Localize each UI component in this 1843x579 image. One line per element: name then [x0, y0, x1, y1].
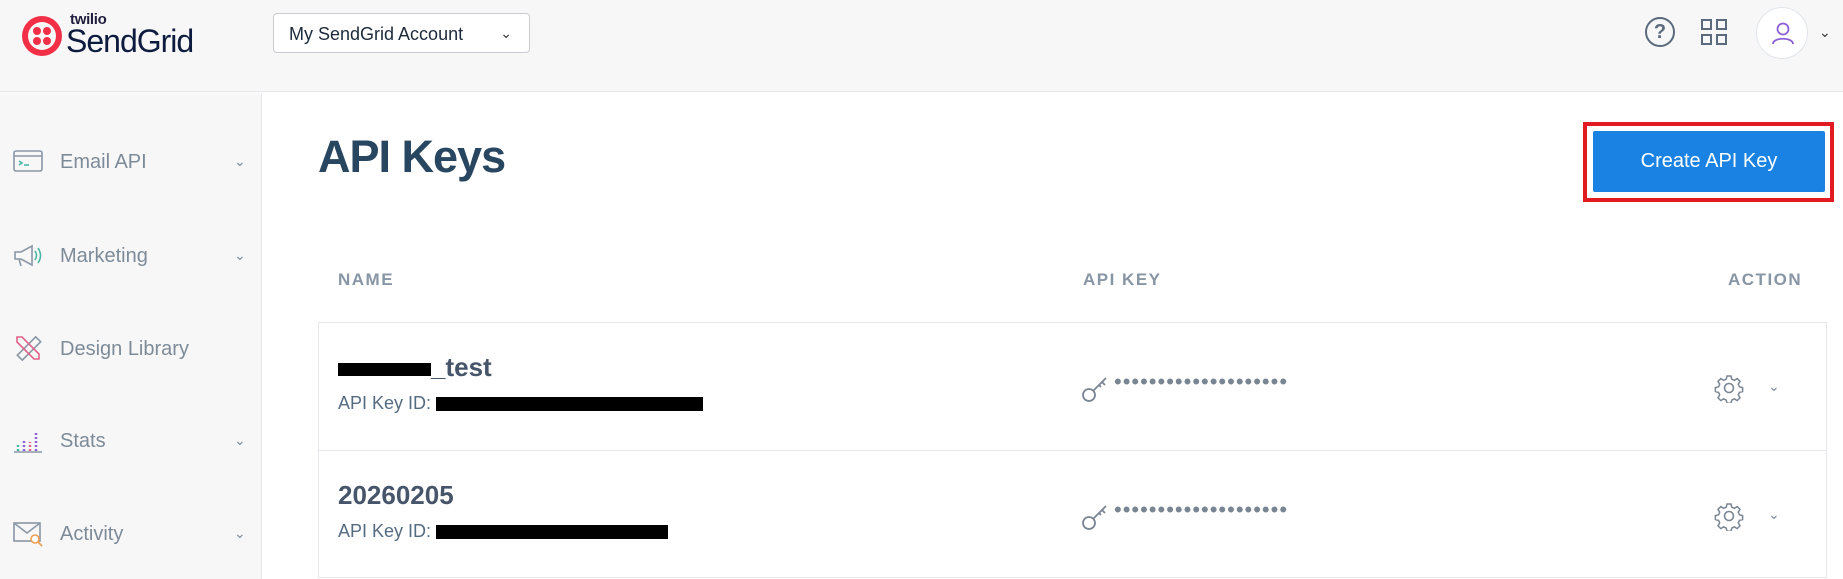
chevron-down-icon: ⌄ — [234, 153, 246, 169]
api-key-name: _test — [338, 352, 492, 383]
gear-icon[interactable] — [1714, 501, 1744, 531]
sidebar-item-label: Marketing — [60, 245, 148, 267]
sidebar-item-activity[interactable]: Activity ⌄ — [0, 493, 261, 573]
masked-api-key: •••••••••••••••••••• — [1114, 497, 1289, 522]
api-key-id-label: API Key ID: — [338, 521, 432, 541]
column-header-action: ACTION — [1728, 270, 1803, 289]
sidebar-item-design-library[interactable]: Design Library — [0, 308, 261, 388]
sidebar-item-label: Activity — [60, 523, 124, 545]
sidebar-item-label: Email API — [60, 151, 147, 173]
chevron-down-icon[interactable]: ⌄ — [1768, 378, 1780, 395]
chevron-down-icon: ⌄ — [234, 432, 246, 448]
sidebar: Email API ⌄ Marketing ⌄ Design Library S… — [0, 93, 262, 579]
chevron-down-icon: ⌄ — [500, 25, 512, 41]
api-key-name: 20260205 — [338, 480, 454, 510]
twilio-logo-icon — [22, 16, 62, 56]
column-header-name: NAME — [338, 270, 395, 289]
account-selector[interactable]: My SendGrid Account ⌄ — [273, 13, 530, 53]
redacted-name — [338, 362, 431, 376]
redacted-key-id — [436, 525, 669, 540]
page-title: API Keys — [318, 131, 506, 182]
api-key-id-label: API Key ID: — [338, 393, 432, 413]
app-grid-icon[interactable] — [1701, 19, 1729, 47]
api-key-id: API Key ID: — [338, 393, 704, 414]
top-bar: twilio SendGrid My SendGrid Account ⌄ ? … — [0, 0, 1843, 92]
key-icon — [1082, 505, 1107, 530]
bar-chart-icon — [14, 431, 42, 453]
sidebar-item-stats[interactable]: Stats ⌄ — [0, 400, 261, 480]
pencil-ruler-icon — [16, 335, 42, 362]
chevron-down-icon: ⌄ — [234, 525, 246, 541]
sidebar-item-marketing[interactable]: Marketing ⌄ — [0, 215, 261, 295]
megaphone-icon — [14, 244, 42, 267]
terminal-window-icon — [13, 150, 43, 172]
user-icon — [1772, 22, 1794, 45]
api-key-id: API Key ID: — [338, 521, 669, 542]
create-api-key-button[interactable]: Create API Key — [1593, 131, 1825, 192]
logo-main-text: SendGrid — [66, 23, 194, 59]
sendgrid-logo[interactable]: twilio SendGrid — [22, 11, 222, 59]
sidebar-item-label: Design Library — [60, 338, 189, 360]
help-icon[interactable]: ? — [1645, 17, 1675, 47]
table-row: 20260205 API Key ID: •••••••••••••••••••… — [318, 450, 1827, 578]
account-label: My SendGrid Account — [289, 24, 464, 44]
api-key-name-suffix: _test — [431, 352, 492, 382]
masked-api-key: •••••••••••••••••••• — [1114, 369, 1289, 394]
chevron-down-icon[interactable]: ⌄ — [1768, 506, 1780, 523]
user-avatar[interactable] — [1756, 7, 1808, 59]
key-icon — [1082, 377, 1107, 402]
redacted-key-id — [436, 397, 704, 412]
table-row: _test API Key ID: •••••••••••••••••••• ⌄ — [318, 322, 1827, 450]
sidebar-item-email-api[interactable]: Email API ⌄ — [0, 121, 261, 201]
sidebar-item-label: Stats — [60, 430, 106, 452]
chevron-down-icon: ⌄ — [234, 247, 246, 263]
chevron-down-icon[interactable]: ⌄ — [1819, 24, 1831, 41]
mail-search-icon — [13, 522, 43, 547]
column-header-api-key: API KEY — [1083, 270, 1162, 289]
gear-icon[interactable] — [1714, 373, 1744, 403]
